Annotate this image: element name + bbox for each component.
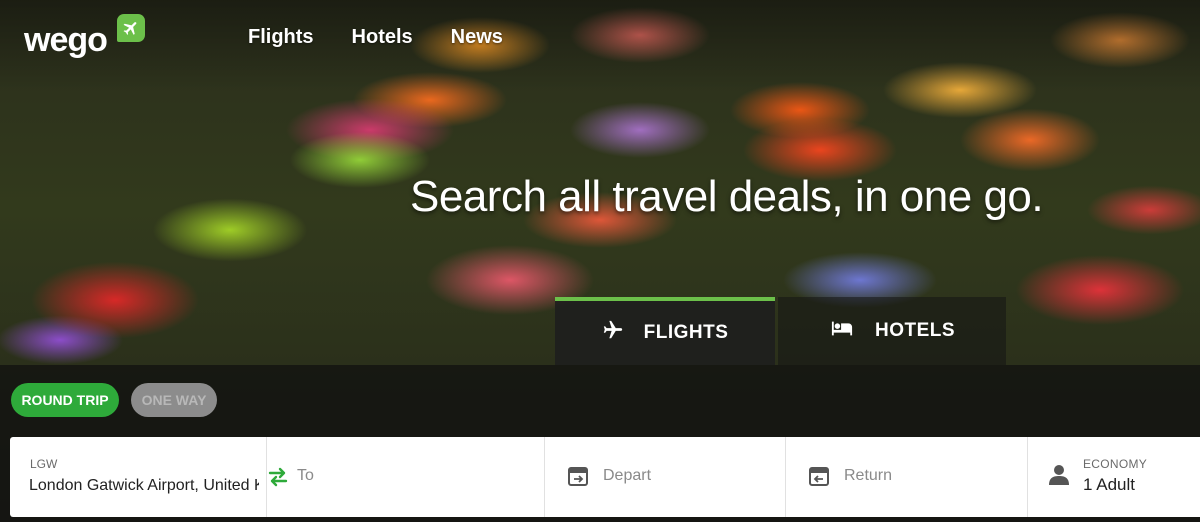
- tab-flights[interactable]: FLIGHTS: [555, 297, 775, 365]
- bed-icon: [829, 317, 855, 345]
- tab-flights-label: FLIGHTS: [643, 322, 729, 343]
- tab-hotels-label: HOTELS: [874, 320, 956, 341]
- depart-field[interactable]: Depart: [545, 437, 786, 517]
- from-airport-name: London Gatwick Airport, United Kingdom: [29, 477, 259, 494]
- swap-arrows-icon[interactable]: [267, 467, 289, 487]
- tab-hotels[interactable]: HOTELS: [778, 297, 1006, 365]
- nav-flights-link[interactable]: Flights: [248, 26, 314, 49]
- return-placeholder: Return: [844, 467, 893, 484]
- top-nav: Flights Hotels News: [248, 26, 503, 49]
- nav-news-link[interactable]: News: [451, 26, 503, 49]
- round-trip-button[interactable]: ROUND TRIP: [11, 383, 119, 417]
- cabin-class-label: ECONOMY: [1083, 457, 1148, 471]
- return-field[interactable]: Return: [786, 437, 1028, 517]
- search-panel: ROUND TRIP ONE WAY LGW London Gatwick Ai…: [0, 365, 1200, 522]
- nav-hotels-link[interactable]: Hotels: [352, 26, 413, 49]
- depart-placeholder: Depart: [603, 467, 652, 484]
- flight-search-bar: LGW London Gatwick Airport, United Kingd…: [10, 437, 1200, 517]
- hero-headline: Search all travel deals, in one go.: [410, 172, 1044, 221]
- airplane-icon: [602, 319, 624, 347]
- person-icon: [1048, 463, 1070, 487]
- one-way-button[interactable]: ONE WAY: [131, 383, 217, 417]
- from-airport-code: LGW: [30, 457, 58, 471]
- to-placeholder: To: [297, 467, 314, 484]
- to-field[interactable]: To: [267, 437, 545, 517]
- wego-logo[interactable]: wego: [24, 14, 154, 64]
- calendar-depart-icon: [567, 465, 589, 487]
- plane-badge-icon: [117, 14, 145, 42]
- calendar-return-icon: [808, 465, 830, 487]
- hero-background: wego Flights Hotels News Search all trav…: [0, 0, 1200, 522]
- header-shade: [0, 0, 1200, 90]
- passenger-count: 1 Adult: [1083, 475, 1135, 494]
- passengers-field[interactable]: ECONOMY 1 Adult: [1028, 437, 1200, 517]
- from-field[interactable]: LGW London Gatwick Airport, United Kingd…: [10, 437, 267, 517]
- logo-text: wego: [24, 21, 108, 59]
